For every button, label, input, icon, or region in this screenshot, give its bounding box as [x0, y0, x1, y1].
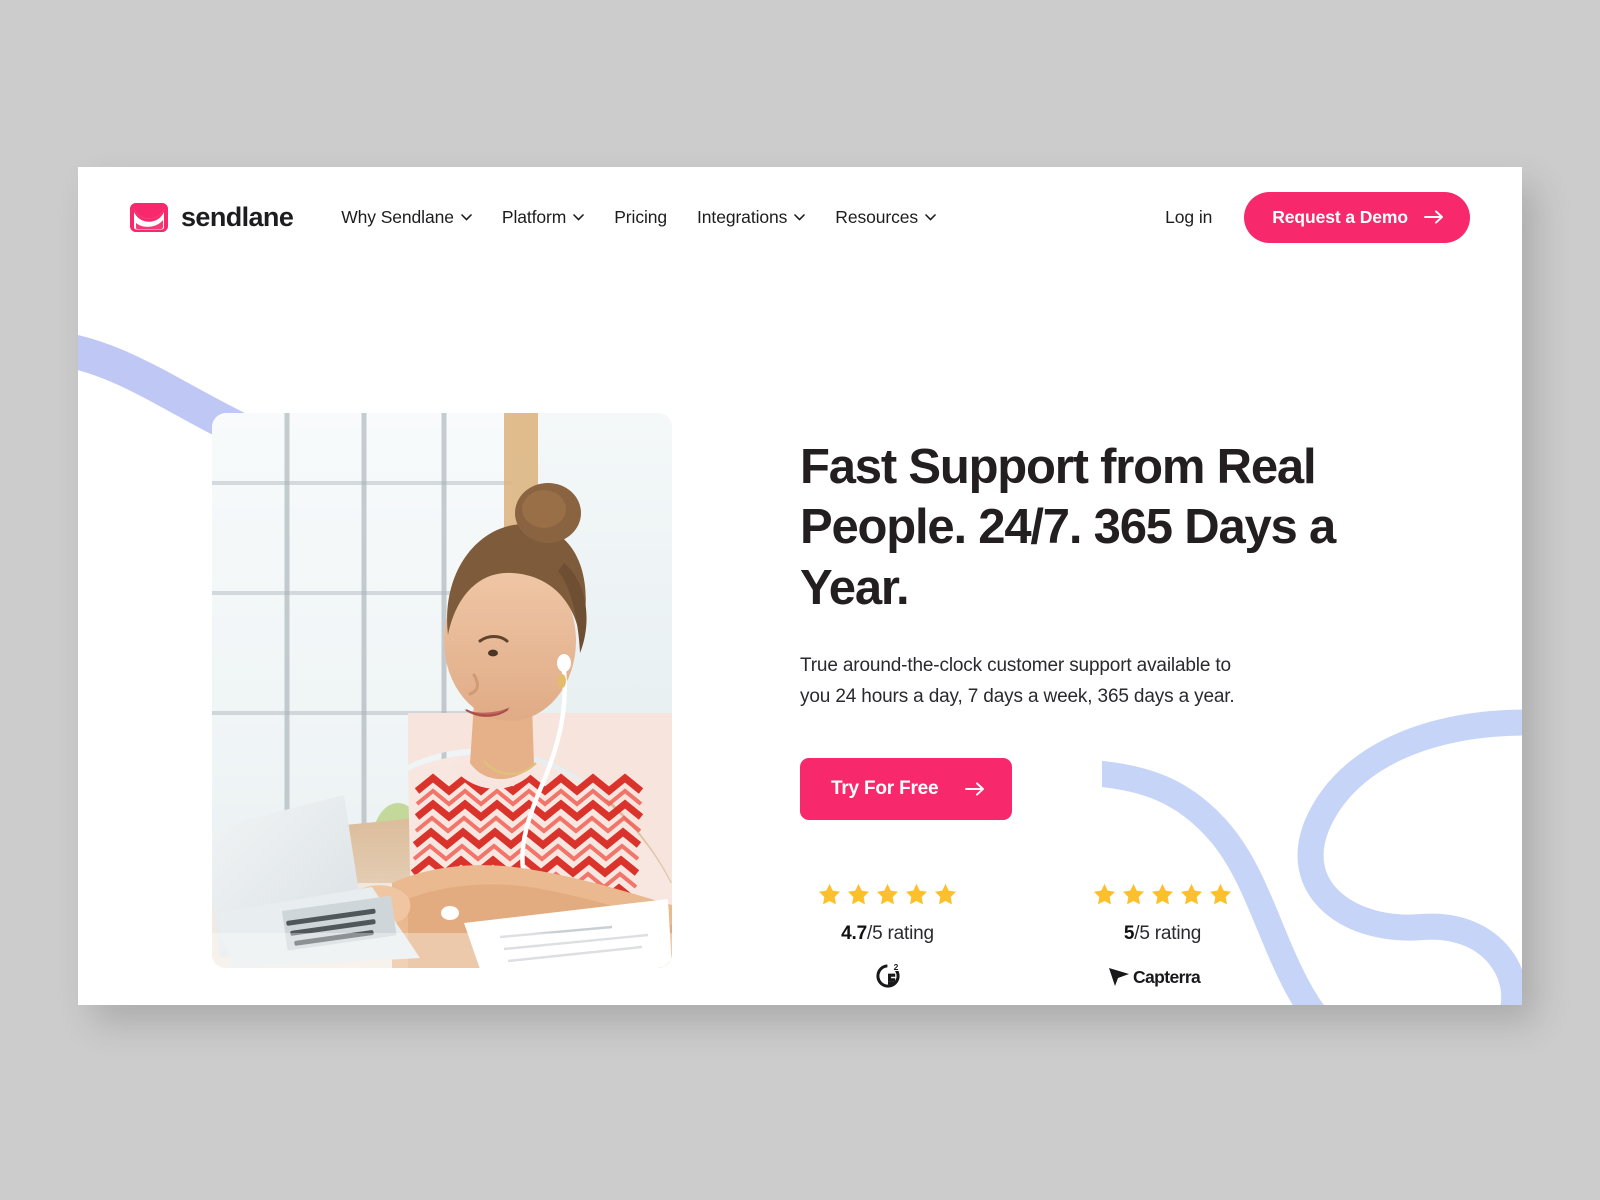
arrow-right-icon — [1424, 210, 1443, 224]
rating-suffix-capterra: /5 rating — [1134, 923, 1202, 945]
chevron-down-icon — [461, 213, 472, 220]
star-icon — [847, 884, 870, 905]
arrow-right-icon — [965, 782, 985, 796]
try-for-free-label: Try For Free — [831, 778, 939, 800]
page-card: sendlane Why Sendlane Platform Pricing I… — [78, 167, 1522, 1005]
nav-item-integrations[interactable]: Integrations — [697, 206, 806, 228]
star-rating-g2 — [817, 882, 958, 907]
nav-label: Integrations — [697, 206, 788, 227]
hero-section: Fast Support from Real People. 24/7. 365… — [78, 267, 1522, 1005]
chevron-down-icon — [925, 213, 936, 220]
star-icon — [818, 884, 841, 905]
star-icon — [1093, 884, 1116, 905]
chevron-down-icon — [794, 213, 806, 220]
site-header: sendlane Why Sendlane Platform Pricing I… — [78, 167, 1522, 267]
main-navigation: Why Sendlane Platform Pricing Integratio… — [341, 207, 936, 228]
nav-label: Why Sendlane — [341, 206, 454, 227]
brand-logo[interactable]: sendlane — [130, 201, 294, 233]
rating-text-capterra: 5/5 rating — [1124, 923, 1201, 945]
g2-logo-icon: 2 — [873, 961, 903, 991]
star-icon — [876, 884, 899, 905]
hero-subcopy: True around-the-clock customer support a… — [800, 654, 1235, 707]
nav-item-resources[interactable]: Resources — [835, 207, 936, 228]
rating-score-capterra: 5 — [1123, 923, 1135, 945]
rating-text-g2: 4.7/5 rating — [841, 923, 934, 945]
star-icon — [1122, 884, 1145, 905]
nav-label: Resources — [835, 206, 919, 227]
hero-photo-illustration — [212, 413, 672, 968]
hero-image — [212, 413, 672, 968]
brand-name: sendlane — [181, 201, 294, 232]
rating-score-g2: 4.7 — [841, 923, 867, 945]
star-icon — [1180, 884, 1203, 905]
capterra-logo-icon: Capterra — [1107, 961, 1219, 991]
chevron-down-icon — [573, 213, 585, 220]
nav-item-why-sendlane[interactable]: Why Sendlane — [341, 207, 472, 228]
ratings-row: 4.7/5 rating 2 5/5 rating Capterra — [800, 882, 1400, 991]
star-icon — [1209, 884, 1232, 905]
login-link[interactable]: Log in — [1165, 207, 1212, 228]
page-title: Fast Support from Real People. 24/7. 365… — [800, 440, 1336, 615]
star-icon — [934, 884, 957, 905]
rating-suffix-g2: /5 rating — [866, 923, 934, 945]
rating-capterra: 5/5 rating Capterra — [1075, 882, 1250, 991]
screenshot-stage: sendlane Why Sendlane Platform Pricing I… — [0, 0, 1600, 1200]
sendlane-envelope-icon — [130, 202, 168, 232]
request-demo-label: Request a Demo — [1272, 206, 1408, 227]
try-for-free-button[interactable]: Try For Free — [800, 758, 1013, 821]
svg-text:2: 2 — [893, 963, 898, 973]
nav-label: Platform — [501, 206, 567, 227]
star-rating-capterra — [1092, 882, 1233, 907]
hero-copy: Fast Support from Real People. 24/7. 365… — [800, 437, 1400, 991]
svg-text:Capterra: Capterra — [1133, 967, 1201, 987]
star-icon — [905, 884, 928, 905]
nav-label: Pricing — [614, 206, 668, 227]
header-actions: Log in Request a Demo — [1165, 191, 1470, 243]
rating-g2: 4.7/5 rating 2 — [800, 882, 975, 991]
nav-item-platform[interactable]: Platform — [501, 206, 585, 228]
hero-image-wrapper — [212, 413, 672, 968]
request-demo-button[interactable]: Request a Demo — [1244, 191, 1470, 243]
nav-item-pricing[interactable]: Pricing — [614, 207, 667, 228]
star-icon — [1151, 884, 1174, 905]
